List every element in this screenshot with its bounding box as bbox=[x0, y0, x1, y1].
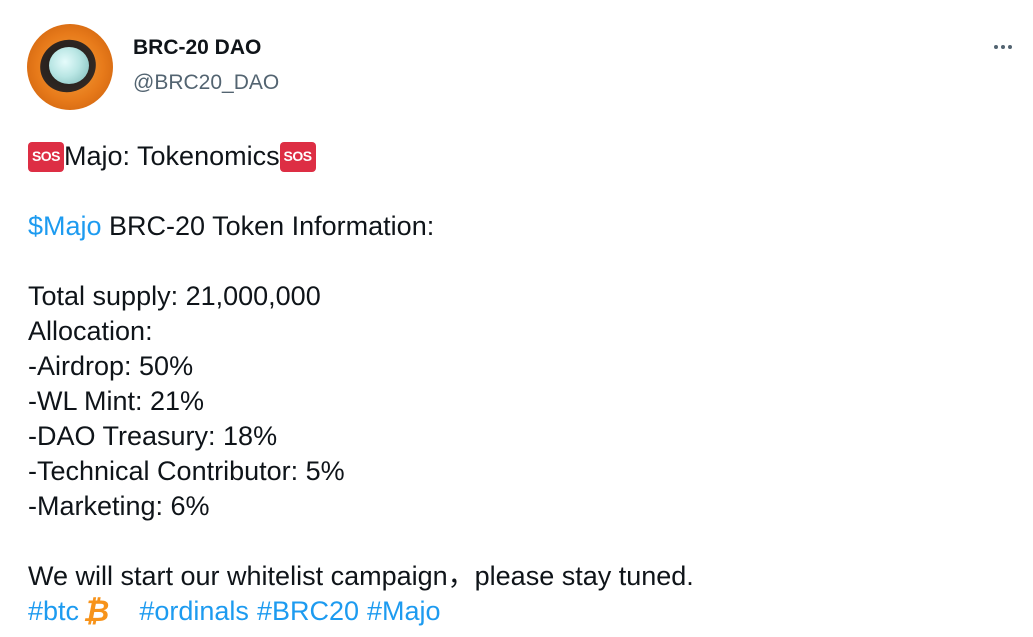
tokenomics-line: -Technical Contributor: 5% bbox=[28, 456, 345, 486]
hashtag-link-btc[interactable]: #btc bbox=[28, 594, 79, 629]
tokenomics-line: -DAO Treasury: 18% bbox=[28, 421, 278, 451]
more-options-button[interactable] bbox=[986, 32, 1020, 62]
hashtags-line: #btc ₿ #ordinals #BRC20 #Majo bbox=[28, 594, 1008, 629]
tokenomics-line: -Airdrop: 50% bbox=[28, 351, 194, 381]
avatar-core bbox=[49, 47, 89, 84]
tweet-card: BRC-20 DAO @BRC20_DAO SOS Majo: Tokenomi… bbox=[0, 0, 1033, 637]
hashtag-link-brc20[interactable]: #BRC20 bbox=[257, 594, 359, 629]
token-info-line: $Majo BRC-20 Token Information: bbox=[28, 209, 1008, 244]
cashtag-link[interactable]: $Majo bbox=[28, 209, 102, 244]
sos-emoji-icon: SOS bbox=[279, 141, 316, 172]
tweet-text: SOS Majo: Tokenomics SOS $Majo BRC-20 To… bbox=[28, 139, 1008, 629]
tokenomics-line: Total supply: 21,000,000 bbox=[28, 281, 321, 311]
more-options-icon bbox=[994, 45, 998, 49]
avatar[interactable] bbox=[27, 24, 113, 110]
sos-emoji-icon: SOS bbox=[28, 141, 64, 172]
hashtag-link-majo[interactable]: #Majo bbox=[367, 594, 441, 629]
tweet-title-line: SOS Majo: Tokenomics SOS bbox=[28, 139, 1008, 174]
tokenomics-line: Allocation: bbox=[28, 316, 153, 346]
hashtag-link-ordinals[interactable]: #ordinals bbox=[139, 594, 249, 629]
more-options-icon-dot bbox=[1001, 45, 1005, 49]
tweet-title: Majo: Tokenomics bbox=[64, 141, 280, 171]
tokenomics-line: -Marketing: 6% bbox=[28, 491, 210, 521]
more-options-icon-dot bbox=[1008, 45, 1012, 49]
token-info-text: BRC-20 Token Information: bbox=[101, 211, 435, 241]
bitcoin-icon: ₿ bbox=[83, 595, 110, 628]
tokenomics-line: -WL Mint: 21% bbox=[28, 386, 205, 416]
author-handle[interactable]: @BRC20_DAO bbox=[133, 69, 279, 97]
closing-line: We will start our whitelist campaign，ple… bbox=[28, 561, 694, 591]
author-display-name[interactable]: BRC-20 DAO bbox=[133, 34, 261, 62]
